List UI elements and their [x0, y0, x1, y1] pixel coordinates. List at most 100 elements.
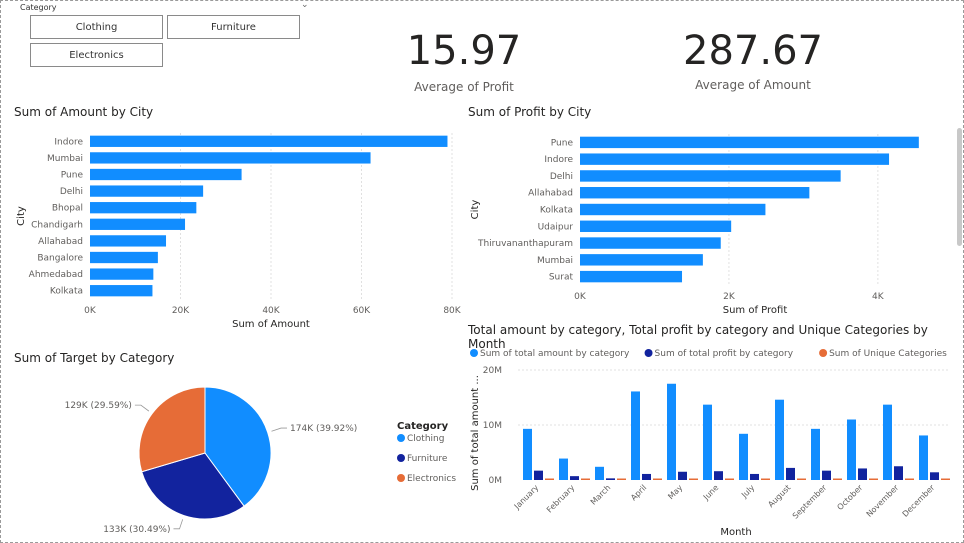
- bar-pune: [580, 136, 919, 149]
- bar-kolkata: [90, 285, 153, 297]
- x-tick-label: May: [666, 483, 684, 501]
- y-tick-label: Kolkata: [540, 206, 573, 216]
- column-december-2: [941, 478, 950, 480]
- slicer-option-electronics[interactable]: Electronics: [30, 43, 163, 67]
- x-axis-title: Sum of Profit: [723, 305, 788, 316]
- legend-marker: [470, 349, 478, 357]
- x-tick-label: December: [901, 483, 937, 519]
- column-november-1: [894, 466, 903, 480]
- y-tick-label: Kolkata: [50, 287, 83, 297]
- bar-allahabad: [580, 187, 810, 199]
- column-february-0: [559, 458, 568, 480]
- y-tick-label: 0M: [489, 476, 503, 486]
- kpi-profit-label: Average of Profit: [414, 80, 514, 94]
- y-tick-label: Mumbai: [537, 256, 573, 266]
- column-march-2: [617, 478, 626, 480]
- y-axis-title: City: [470, 200, 481, 220]
- legend-item: Sum of total profit by category: [655, 349, 794, 359]
- bar-indore: [90, 135, 448, 147]
- legend-marker: [397, 434, 405, 442]
- column-february-2: [581, 478, 590, 480]
- column-july-0: [739, 433, 748, 480]
- bar-delhi: [580, 170, 841, 182]
- bar-allahabad: [90, 235, 167, 247]
- x-tick-label: 2K: [723, 292, 736, 302]
- legend-marker: [397, 454, 405, 462]
- y-tick-label: Bangalore: [37, 254, 83, 264]
- y-tick-label: Thiruvananthapuram: [477, 239, 573, 249]
- x-tick-label: July: [739, 483, 756, 500]
- bar-udaipur: [580, 220, 732, 232]
- chevron-down-icon[interactable]: ⌄: [301, 0, 309, 10]
- column-august-2: [797, 478, 806, 480]
- legend-marker: [397, 474, 405, 482]
- y-tick-label: Allahabad: [38, 237, 83, 247]
- bar-surat: [580, 270, 683, 283]
- x-tick-label: 0K: [574, 292, 587, 302]
- legend-item: Sum of total amount by category: [480, 349, 630, 359]
- x-tick-label: 4K: [872, 292, 885, 302]
- data-label: 133K (30.49%): [103, 525, 170, 535]
- column-may-2: [689, 478, 698, 480]
- leader-line: [271, 427, 288, 432]
- legend-item-furniture: Furniture: [407, 454, 448, 464]
- bar-indore: [580, 153, 890, 165]
- legend-item: Sum of Unique Categories: [829, 349, 947, 359]
- y-tick-label: Ahmedabad: [29, 270, 83, 280]
- column-february-1: [570, 476, 579, 480]
- bar-thiruvananthapuram: [580, 237, 721, 249]
- column-june-1: [714, 471, 723, 480]
- y-tick-label: Bhopal: [52, 204, 83, 214]
- x-tick-label: February: [545, 483, 577, 515]
- slicer-option-clothing[interactable]: Clothing: [30, 15, 163, 39]
- bar-ahmedabad: [90, 268, 154, 280]
- y-tick-label: Pune: [551, 138, 574, 148]
- column-january-0: [523, 428, 532, 480]
- amount-by-city-title: Sum of Amount by City: [14, 105, 154, 119]
- column-september-2: [833, 478, 842, 480]
- y-tick-label: Pune: [61, 171, 84, 181]
- y-tick-label: Delhi: [550, 172, 573, 182]
- slicer-option-furniture[interactable]: Furniture: [167, 15, 300, 39]
- bar-kolkata: [580, 203, 766, 216]
- column-november-2: [905, 478, 914, 480]
- target-by-category-title: Sum of Target by Category: [14, 351, 175, 365]
- y-tick-label: Delhi: [60, 187, 83, 197]
- legend-marker: [644, 349, 653, 357]
- y-tick-label: Surat: [549, 273, 574, 283]
- column-august-1: [786, 467, 795, 480]
- column-july-1: [750, 473, 759, 480]
- column-september-0: [811, 428, 820, 480]
- y-tick-label: Allahabad: [528, 189, 573, 199]
- x-axis-title: Sum of Amount: [232, 319, 310, 330]
- bar-bhopal: [90, 202, 197, 214]
- bar-mumbai: [90, 152, 371, 164]
- column-june-0: [703, 404, 712, 480]
- column-july-2: [761, 478, 770, 480]
- y-axis-title: Sum of total amount ...: [470, 375, 481, 491]
- y-tick-label: 10M: [483, 421, 502, 431]
- x-tick-label: March: [589, 483, 613, 507]
- x-tick-label: April: [629, 483, 648, 502]
- x-tick-label: June: [701, 483, 720, 502]
- y-tick-label: Indore: [544, 155, 573, 165]
- legend-title: Category: [397, 421, 449, 432]
- data-label: 129K (29.59%): [65, 401, 132, 411]
- y-tick-label: Udaipur: [538, 222, 574, 232]
- legend-marker: [819, 349, 828, 357]
- column-march-1: [606, 478, 615, 480]
- column-april-1: [642, 473, 651, 480]
- kpi-amount-label: Average of Amount: [695, 78, 811, 92]
- bar-delhi: [90, 185, 204, 197]
- y-tick-label: Chandigarh: [31, 220, 83, 230]
- x-tick-label: January: [512, 483, 541, 512]
- column-april-2: [653, 478, 662, 480]
- profit-by-city-chart: 0K 2K 4K Pune Indore Delhi Allahabad Kolkata Uda…: [470, 134, 919, 316]
- column-may-0: [667, 383, 676, 480]
- column-may-1: [678, 471, 687, 480]
- y-axis-title: City: [16, 206, 27, 226]
- x-tick-label: November: [865, 483, 901, 519]
- x-tick-label: 0K: [84, 306, 97, 316]
- bar-chandigarh: [90, 218, 186, 230]
- bar-mumbai: [580, 254, 703, 266]
